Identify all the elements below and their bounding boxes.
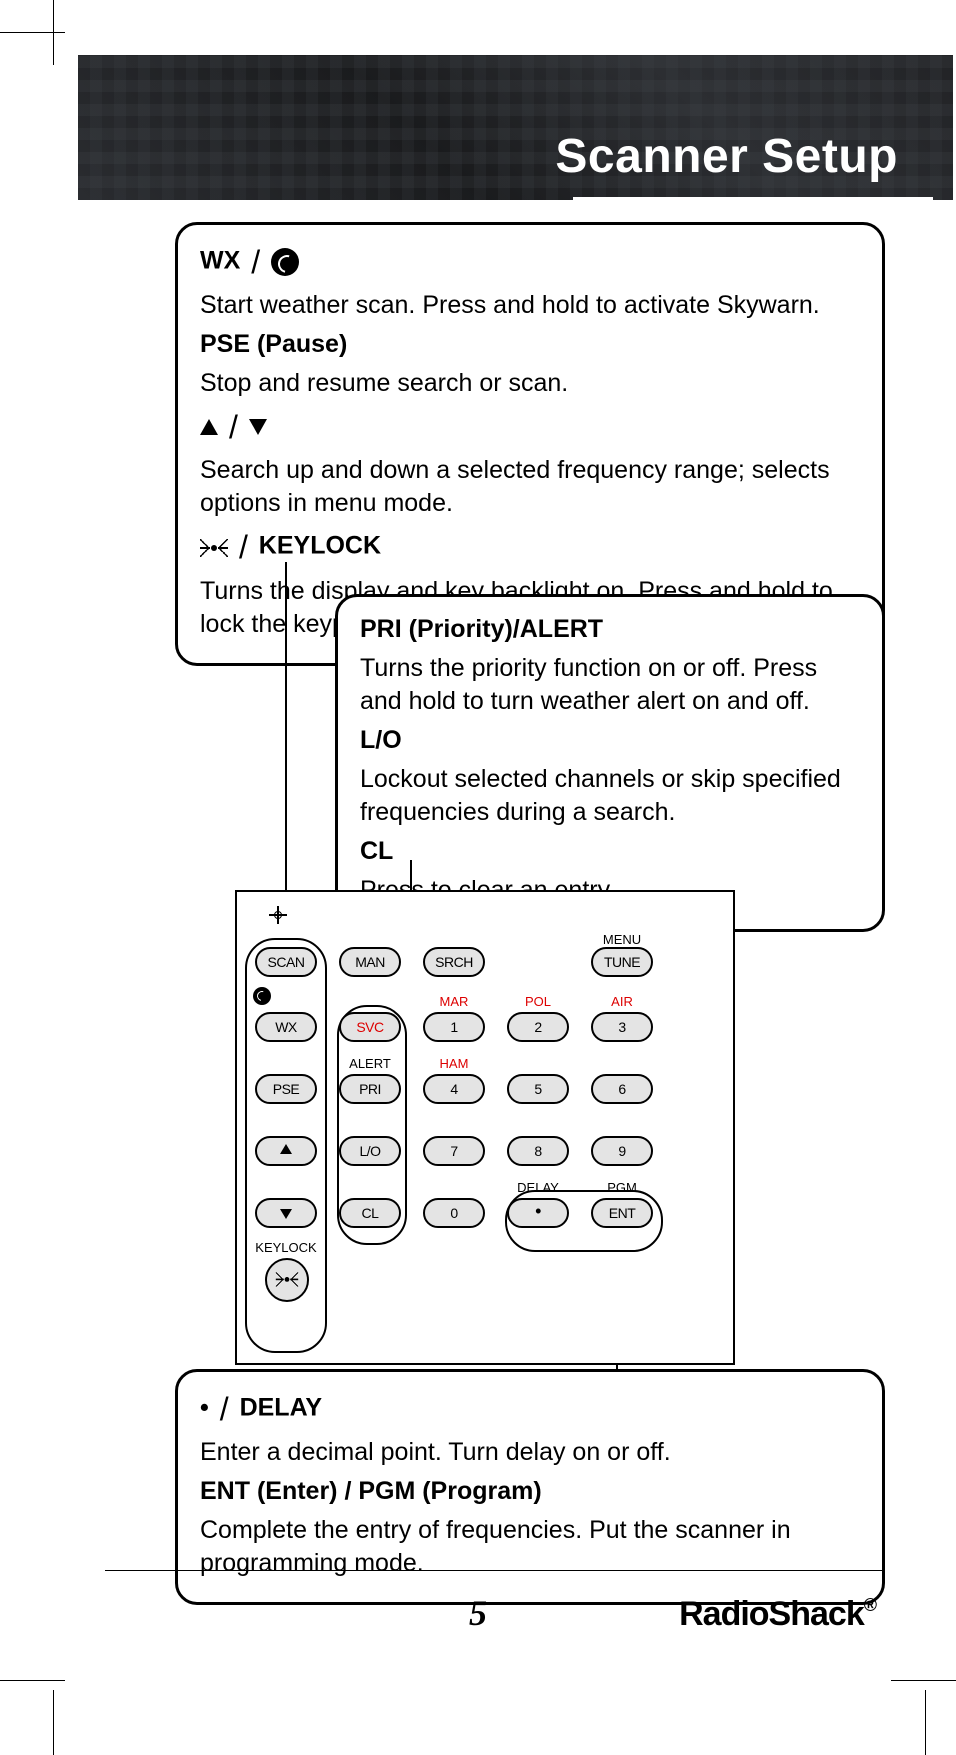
ent-label: ENT (Enter) / PGM (Program)	[200, 1475, 860, 1508]
pse-desc: Stop and resume search or scan.	[200, 367, 860, 400]
wx-desc: Start weather scan. Press and hold to ac…	[200, 289, 860, 322]
up-button	[255, 1136, 317, 1166]
light-icon	[276, 1272, 298, 1286]
key-2-button: 2	[507, 1012, 569, 1042]
header-band: Scanner Setup	[78, 55, 953, 200]
pse-button: PSE	[255, 1074, 317, 1104]
keypad-diagram: MENU SCAN MAN SRCH TUNE WX SVC MAR 1 POL…	[235, 890, 735, 1365]
light-icon	[200, 539, 228, 557]
up-arrow-icon	[200, 419, 218, 435]
svc-button: SVC	[339, 1012, 401, 1042]
cl-label: CL	[360, 835, 860, 868]
lo-desc: Lockout selected channels or skip specif…	[360, 763, 860, 829]
dot-symbol: •	[200, 1394, 209, 1422]
key-6-button: 6	[591, 1074, 653, 1104]
menu-label: MENU	[591, 932, 653, 947]
dot-button: •	[507, 1198, 569, 1228]
key-8-button: 8	[507, 1136, 569, 1166]
callout-pri-lo-cl: PRI (Priority)/ALERT Turns the priority …	[335, 594, 885, 932]
crop-mark	[0, 32, 65, 33]
crop-mark	[891, 1680, 956, 1681]
delay-label: DELAY	[240, 1394, 322, 1422]
pse-label: PSE (Pause)	[200, 328, 860, 361]
lo-button: L/O	[339, 1136, 401, 1166]
key-1-button: 1	[423, 1012, 485, 1042]
pri-desc: Turns the priority function on or off. P…	[360, 652, 860, 718]
lo-label: L/O	[360, 724, 860, 757]
cl-button: CL	[339, 1198, 401, 1228]
tune-button: TUNE	[591, 947, 653, 977]
scan-button: SCAN	[255, 947, 317, 977]
crop-mark	[0, 1680, 65, 1681]
alert-label: ALERT	[339, 1056, 401, 1071]
key-7-button: 7	[423, 1136, 485, 1166]
ent-button: ENT	[591, 1198, 653, 1228]
down-arrow-icon	[249, 419, 267, 435]
keylock-label: KEYLOCK	[259, 532, 381, 560]
ham-label: HAM	[423, 1056, 485, 1071]
down-arrow-icon	[280, 1209, 292, 1219]
key-3-button: 3	[591, 1012, 653, 1042]
pri-button: PRI	[339, 1074, 401, 1104]
keylock-button	[265, 1258, 309, 1302]
air-label: AIR	[591, 994, 653, 1009]
up-arrow-icon	[280, 1144, 292, 1154]
skywarn-icon	[253, 987, 271, 1005]
key-5-button: 5	[507, 1074, 569, 1104]
pgm-label: PGM	[591, 1180, 653, 1195]
pol-label: POL	[507, 994, 569, 1009]
delay-desc: Enter a decimal point. Turn delay on or …	[200, 1436, 860, 1469]
crosshair-icon	[269, 906, 287, 924]
mar-label: MAR	[423, 994, 485, 1009]
wx-button: WX	[255, 1012, 317, 1042]
crop-mark	[53, 0, 54, 65]
pri-label: PRI (Priority)/ALERT	[360, 613, 860, 646]
delay-label: DELAY	[507, 1180, 569, 1195]
crop-mark	[53, 1690, 54, 1755]
man-button: MAN	[339, 947, 401, 977]
crop-mark	[925, 1690, 926, 1755]
key-0-button: 0	[423, 1198, 485, 1228]
brand-logo: RadioShack®	[679, 1595, 876, 1634]
wx-label: WX	[200, 247, 240, 275]
skywarn-icon	[271, 248, 299, 276]
page-title: Scanner Setup	[555, 129, 898, 184]
connector-line	[285, 562, 287, 942]
key-4-button: 4	[423, 1074, 485, 1104]
key-9-button: 9	[591, 1136, 653, 1166]
arrows-desc: Search up and down a selected frequency …	[200, 454, 860, 520]
footer-rule	[105, 1570, 884, 1571]
srch-button: SRCH	[423, 947, 485, 977]
down-button	[255, 1198, 317, 1228]
keylock-label: KEYLOCK	[255, 1240, 317, 1255]
